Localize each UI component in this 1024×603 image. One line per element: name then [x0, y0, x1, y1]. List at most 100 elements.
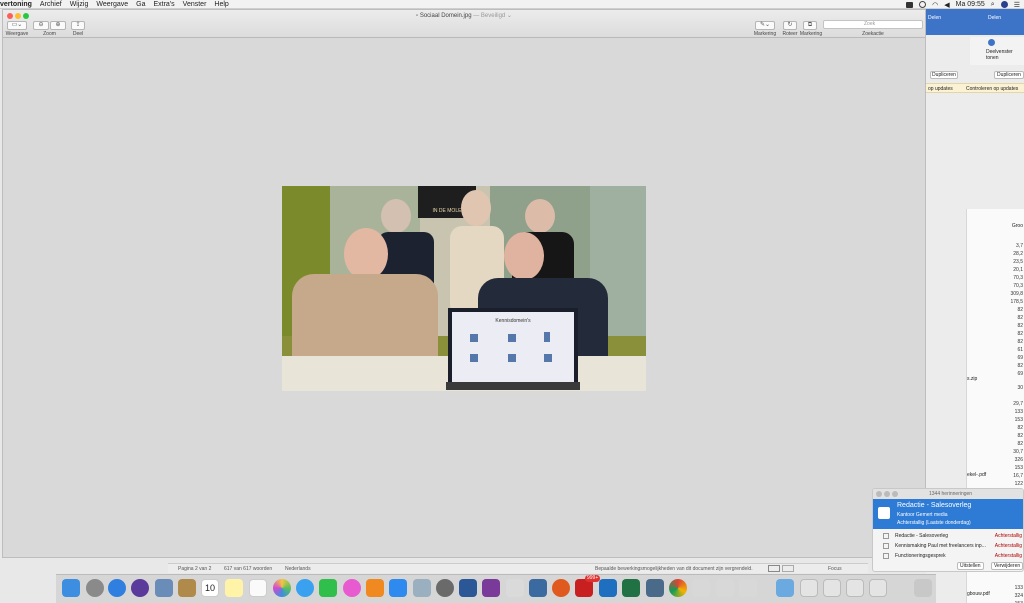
document-thumbnail-icon[interactable]	[846, 579, 864, 597]
menu-archief[interactable]: Archief	[40, 0, 62, 9]
generic-app-icon[interactable]	[739, 579, 757, 597]
finder-icon[interactable]	[62, 579, 80, 597]
facetime-icon[interactable]	[319, 579, 337, 597]
status-page[interactable]: Pagina 2 van 2	[178, 566, 211, 572]
spotlight-icon[interactable]: ⌕	[991, 1, 995, 9]
itunes-icon[interactable]	[343, 579, 361, 597]
reminder-row-status: Achterstallig	[994, 543, 1022, 549]
dock: 10 999+	[56, 574, 936, 603]
markup-toolbox-button[interactable]: ⧉	[803, 21, 817, 30]
menu-app-name[interactable]: vertoning	[0, 0, 32, 9]
share-panel: Deelvenster tonen	[970, 37, 1024, 65]
reminder-row-status: Achterstallig	[994, 533, 1022, 539]
preview-icon[interactable]	[413, 579, 431, 597]
window-title-status[interactable]: Beveiligd	[481, 13, 505, 19]
trash-icon[interactable]	[914, 579, 932, 597]
clock-status-icon[interactable]	[919, 1, 927, 8]
status-words[interactable]: 617 van 617 woorden	[224, 566, 272, 572]
document-thumbnail-icon[interactable]	[823, 579, 841, 597]
chrome-icon[interactable]	[669, 579, 687, 597]
size-column-header[interactable]: Groo	[1012, 223, 1023, 229]
web-layout-icon[interactable]	[782, 565, 794, 572]
print-layout-icon[interactable]	[768, 565, 780, 572]
share-pane-icon[interactable]	[988, 39, 995, 46]
share-tab-2[interactable]: Delen	[988, 15, 1001, 21]
menu-bar: vertoning Archief Wijzig Weergave Ga Ext…	[0, 0, 1024, 9]
file-name-pdf[interactable]: ekel-.pdf	[967, 472, 986, 478]
snooze-button[interactable]: Uitstellen	[957, 562, 984, 570]
zoom-out-button[interactable]: ⊖	[33, 21, 49, 30]
file-name-zip[interactable]: s.zip	[967, 376, 977, 382]
view-menu-button[interactable]: ▭⌄	[7, 21, 27, 30]
menu-extras[interactable]: Extra's	[153, 0, 174, 9]
calendar-app-icon[interactable]: 10	[201, 579, 219, 597]
reminder-row[interactable]: Kennismaking Paul met freelancers inp...…	[873, 542, 1023, 552]
volume-icon[interactable]: ◀	[944, 1, 949, 9]
file-name-pdf-2[interactable]: gbouw.pdf	[967, 591, 990, 597]
notification-minimize-button[interactable]	[884, 491, 890, 497]
sidebar-icon: ▭⌄	[11, 22, 23, 28]
notes-icon[interactable]	[225, 579, 243, 597]
active-reminder[interactable]: Redactie - Salesoverleg Kantoor Gemert m…	[873, 499, 1023, 529]
firefox-icon[interactable]	[552, 579, 570, 597]
reminders-icon[interactable]	[249, 579, 267, 597]
system-preferences-icon[interactable]	[436, 579, 454, 597]
dismiss-button[interactable]: Verwijderen	[991, 562, 1023, 570]
clock-text[interactable]: Ma 09:55	[956, 1, 985, 8]
menu-venster[interactable]: Venster	[183, 0, 207, 9]
photos-icon[interactable]	[273, 579, 291, 597]
folder-icon[interactable]	[776, 579, 794, 597]
wifi-icon[interactable]: ◠	[932, 1, 938, 9]
check-updates-1[interactable]: op updates	[928, 86, 953, 92]
contacts-icon[interactable]	[178, 579, 196, 597]
markup-pen-button[interactable]: ✎⌄	[755, 21, 775, 30]
reminder-row[interactable]: Functioneringsgesprek Achterstallig	[873, 552, 1023, 562]
file-size-cell: 324	[1014, 593, 1023, 599]
duplicate-button-1[interactable]: Dupliceren	[930, 71, 958, 79]
user-avatar[interactable]	[1000, 1, 1008, 8]
file-size-cell: 326	[1014, 457, 1023, 463]
menu-ga[interactable]: Ga	[136, 0, 145, 9]
menu-wijzig[interactable]: Wijzig	[70, 0, 89, 9]
onenote-icon[interactable]	[482, 579, 500, 597]
menu-help[interactable]: Help	[214, 0, 228, 9]
share-tab-1[interactable]: Delen	[928, 15, 941, 21]
markup2-label: Markering	[799, 31, 823, 37]
launchpad-icon[interactable]	[86, 579, 104, 597]
menu-weergave[interactable]: Weergave	[96, 0, 128, 9]
notification-center-icon[interactable]: ☰	[1014, 1, 1020, 9]
status-app-icon[interactable]	[906, 1, 914, 8]
reminder-row[interactable]: Redactie - Salesoverleg Achterstallig	[873, 532, 1023, 542]
bird-app-icon[interactable]	[506, 579, 524, 597]
app-store-icon[interactable]	[389, 579, 407, 597]
books-icon[interactable]	[366, 579, 384, 597]
file-size-cell: 82	[1017, 331, 1023, 337]
photo-viewer-icon[interactable]	[155, 579, 173, 597]
generic-app-icon[interactable]	[716, 579, 734, 597]
notification-close-button[interactable]	[876, 491, 882, 497]
document-thumbnail-icon[interactable]	[800, 579, 818, 597]
word-icon[interactable]	[459, 579, 477, 597]
safari-icon[interactable]	[108, 579, 126, 597]
outlook-icon[interactable]	[599, 579, 617, 597]
image-capture-icon[interactable]	[646, 579, 664, 597]
search-field[interactable]: Zoek	[823, 20, 923, 29]
document-thumbnail-icon[interactable]	[869, 579, 887, 597]
rotate-button[interactable]: ↻	[783, 21, 797, 30]
file-size-cell: 82	[1017, 323, 1023, 329]
check-updates-2[interactable]: Controleren op updates	[966, 86, 1018, 92]
excel-icon[interactable]	[622, 579, 640, 597]
network-app-icon[interactable]	[529, 579, 547, 597]
duplicate-button-2[interactable]: Dupliceren	[994, 71, 1024, 79]
pen-icon: ✎⌄	[759, 22, 771, 28]
siri-icon[interactable]	[131, 579, 149, 597]
messages-icon[interactable]	[296, 579, 314, 597]
notification-zoom-button[interactable]	[892, 491, 898, 497]
zoom-in-button[interactable]: ⊕	[50, 21, 66, 30]
calendar-icon	[883, 543, 889, 549]
calendar-icon	[878, 507, 890, 519]
generic-app-icon[interactable]	[692, 579, 710, 597]
status-language[interactable]: Nederlands	[285, 566, 311, 572]
share-button[interactable]: ⇪	[71, 21, 85, 30]
focus-toggle[interactable]: Focus	[828, 566, 842, 572]
